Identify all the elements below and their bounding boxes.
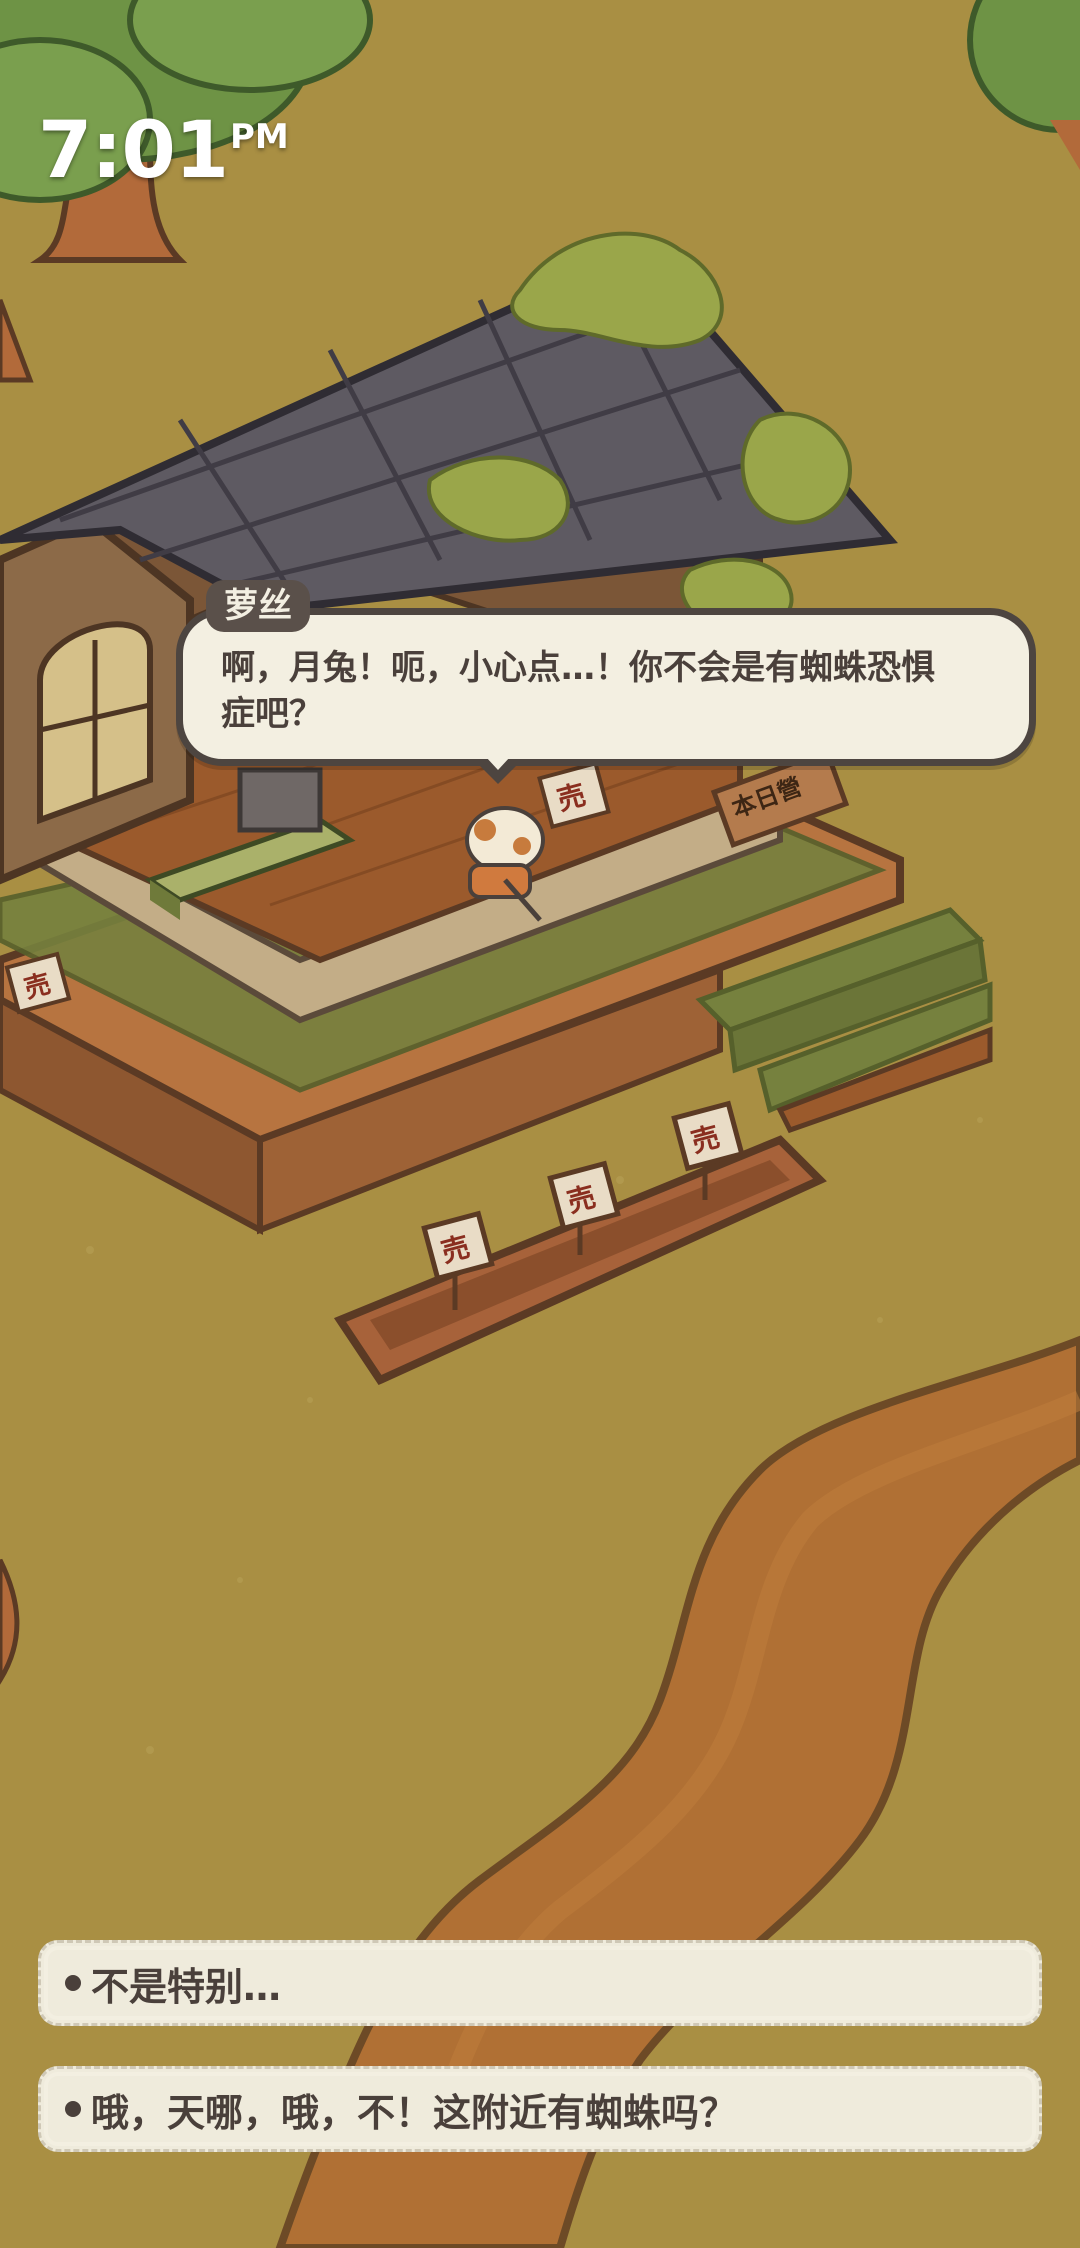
clock-time: 7:01: [38, 106, 229, 196]
game-scene: [0, 0, 1080, 2248]
dialogue-line-1: 啊，月兔！呃，小心点…！你不会是有蜘蛛恐惧: [221, 648, 935, 688]
bullet-icon: [65, 2101, 81, 2117]
clock-ampm: PM: [230, 117, 289, 157]
choice-label: 不是特别…: [91, 1964, 282, 2009]
dialogue-line-2: 症吧？: [221, 694, 323, 734]
game-clock: 7:01PM: [38, 112, 289, 190]
dialogue-choice-2[interactable]: 哦，天哪，哦，不！这附近有蜘蛛吗？: [38, 2066, 1042, 2152]
speech-bubble[interactable]: 啊，月兔！呃，小心点…！你不会是有蜘蛛恐惧 症吧？: [176, 608, 1036, 766]
choice-label: 哦，天哪，哦，不！这附近有蜘蛛吗？: [91, 2090, 738, 2135]
speech-bubble-tail-inner: [486, 757, 510, 770]
dialogue-choice-1[interactable]: 不是特别…: [38, 1940, 1042, 2026]
bullet-icon: [65, 1975, 81, 1991]
speaker-name: 萝丝: [206, 580, 310, 632]
